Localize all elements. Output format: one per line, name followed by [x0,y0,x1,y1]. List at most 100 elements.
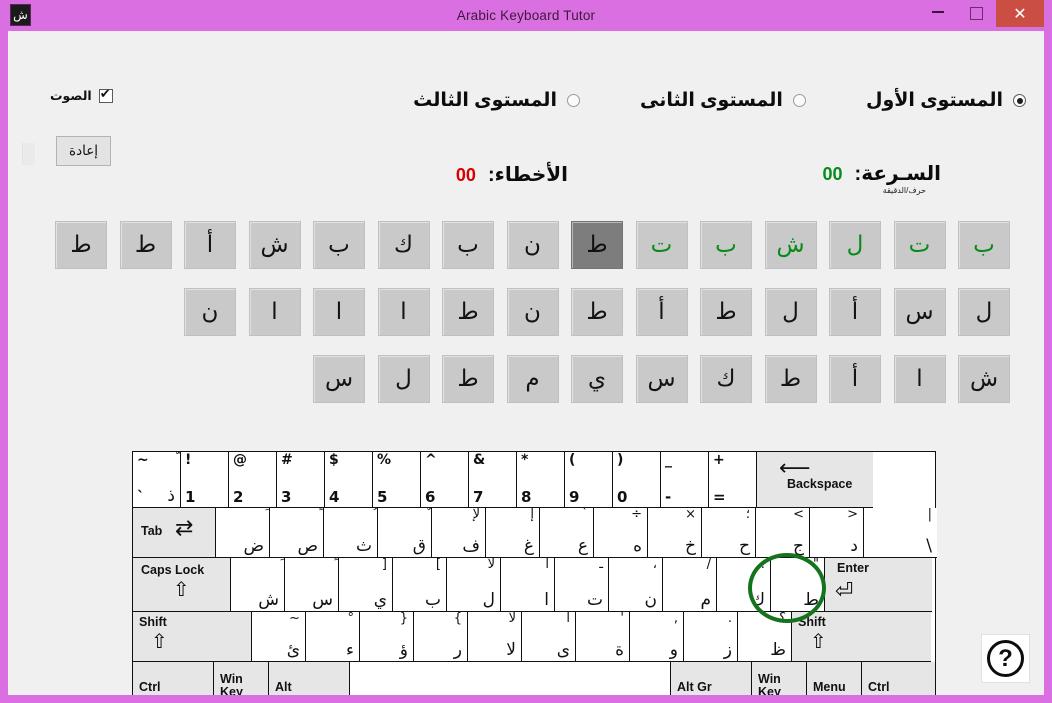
key-u[interactable]: ` ع [540,508,594,558]
key-enter[interactable]: Enter ⏎ [825,558,932,612]
radio-icon-level-1[interactable] [1013,94,1026,107]
key-backspace[interactable]: Backspace ⟵ [757,452,873,508]
key-altgr[interactable]: Alt Gr [671,662,752,695]
practice-letter-tile: ا [313,288,365,336]
key-x-arabic-lower-legend: ء [346,640,354,661]
key-space[interactable] [350,662,671,695]
key-6[interactable]: ^ 6 [421,452,469,508]
key-ctrl-right[interactable]: Ctrl [862,662,935,695]
key-bracketright[interactable]: < د [810,508,864,558]
key-shift-left[interactable]: Shift ⇧ [133,612,252,662]
key-a[interactable]: َش [231,558,285,612]
key-r[interactable]: ٌق [378,508,432,558]
key-win-left[interactable]: Win Key [214,662,269,695]
practice-letter-tile: ت [635,221,688,269]
practice-letter-tile: ل [958,288,1010,336]
key-q[interactable]: َض [216,508,270,558]
key-alt-left[interactable]: Alt [269,662,350,695]
key-f[interactable]: ] ب [393,558,447,612]
key-ctrl-left[interactable]: Ctrl [133,662,214,695]
key-bracketleft[interactable]: > ج [756,508,810,558]
key-n[interactable]: آى [522,612,576,662]
key-backquote[interactable]: ~`ّذ [133,452,181,508]
key-l[interactable]: / م [663,558,717,612]
key-semicolon[interactable]: :ك [717,558,771,612]
speed-unit-label: حرف/الدقيقة [882,186,926,195]
key-altgr-label: Alt Gr [677,680,712,694]
key-slash[interactable]: ؟ ظ [738,612,792,662]
key-n-arabic-upper-legend: آ [566,612,570,626]
key-w[interactable]: ًص [270,508,324,558]
key-menu[interactable]: Menu [807,662,862,695]
key-t[interactable]: لإ ف [432,508,486,558]
speed-stat: السـرعة: 00 [823,161,941,186]
key-u-arabic-lower-legend: ع [577,536,588,557]
practice-letter-tile: س [313,355,365,403]
radio-icon-level-2[interactable] [792,94,806,107]
key-shift-right[interactable]: Shift ⇧ [792,612,931,662]
reset-button[interactable]: إعادة [56,136,111,166]
key-period[interactable]: .ز [684,612,738,662]
key-t-arabic-lower-legend: ف [462,536,480,557]
level-label-1: المستوى الأول [865,90,1003,111]
key-capslock[interactable]: Caps Lock ⇧ [133,558,231,612]
maximize-button[interactable] [957,0,996,27]
shift-row: Shift ⇧ ~ ئ ° ء{ؤ} ر لآ لا آ ى ' ة, و. ز ؟ ظ Shift ⇧ [133,612,935,662]
level-option-2[interactable]: المستوى الثانى [640,89,806,112]
key-quote[interactable]: " ط [771,558,825,612]
key-minus[interactable]: _ - [661,452,709,508]
key-e[interactable]: ُث [324,508,378,558]
key-slash-arabic-upper-legend: ؟ [779,612,786,626]
practice-letter-tile: ا [893,355,946,403]
key-v[interactable]: } ر [414,612,468,662]
level-option-1[interactable]: المستوى الأول [866,89,1026,112]
key-i[interactable]: ÷ ه [594,508,648,558]
key-comma[interactable]: ,و [630,612,684,662]
key-win-right[interactable]: Win Key [752,662,807,695]
sound-checkbox[interactable]: الصوت [50,87,113,103]
key-8[interactable]: * 8 [517,452,565,508]
key-h[interactable]: أا [501,558,555,612]
help-button[interactable]: ? [981,634,1030,683]
key-tab[interactable]: Tab ⇄ [133,508,216,558]
key-5[interactable]: % 5 [373,452,421,508]
key-s[interactable]: ًس [285,558,339,612]
key-0[interactable]: ) 0 [613,452,661,508]
practice-letter-tile: س [635,355,688,403]
key-k[interactable]: ، ن [609,558,663,612]
key-b[interactable]: لآ لا [468,612,522,662]
key-v-arabic-upper-legend: } [453,612,462,626]
key-7[interactable]: & 7 [469,452,517,508]
key-p[interactable]: ؛ ح [702,508,756,558]
key-win-right-label: Win Key [758,672,781,695]
key-backslash-arabic-lower-legend: \ [926,536,932,557]
key-equal[interactable]: + = [709,452,757,508]
level-radio-group: المستوى الثالث المستوى الثانى المستوى ال… [413,89,1026,112]
key-enter-label: Enter [837,561,869,575]
key-backslash[interactable]: | \ [864,508,937,558]
key-z[interactable]: ~ ئ [252,612,306,662]
key-1[interactable]: ! 1 [181,452,229,508]
key-g[interactable]: لأ ل [447,558,501,612]
key-9[interactable]: (9 [565,452,613,508]
key-y[interactable]: إغ [486,508,540,558]
key-j[interactable]: ـت [555,558,609,612]
key-x[interactable]: ° ء [306,612,360,662]
key-o[interactable]: × خ [648,508,702,558]
checkbox-icon[interactable] [98,87,113,103]
key-3[interactable]: #3 [277,452,325,508]
key-c[interactable]: {ؤ [360,612,414,662]
key-d[interactable]: [ي [339,558,393,612]
practice-letter-tile: ب [700,221,752,269]
level-option-3[interactable]: المستوى الثالث [413,89,580,112]
key-bracketright-arabic-lower-legend: د [850,536,858,557]
key-p-arabic-upper-legend: ؛ [745,508,750,522]
key-4[interactable]: $4 [325,452,373,508]
key-shift-left-glyph-icon: ⇧ [151,631,168,653]
practice-letter-tile: ب [958,221,1010,269]
key-quote-arabic-lower-legend: ط [803,590,819,611]
close-button[interactable]: ✕ [996,0,1044,27]
key-m[interactable]: ' ة [576,612,630,662]
radio-icon-level-3[interactable] [566,94,580,107]
key-2[interactable]: @2 [229,452,277,508]
